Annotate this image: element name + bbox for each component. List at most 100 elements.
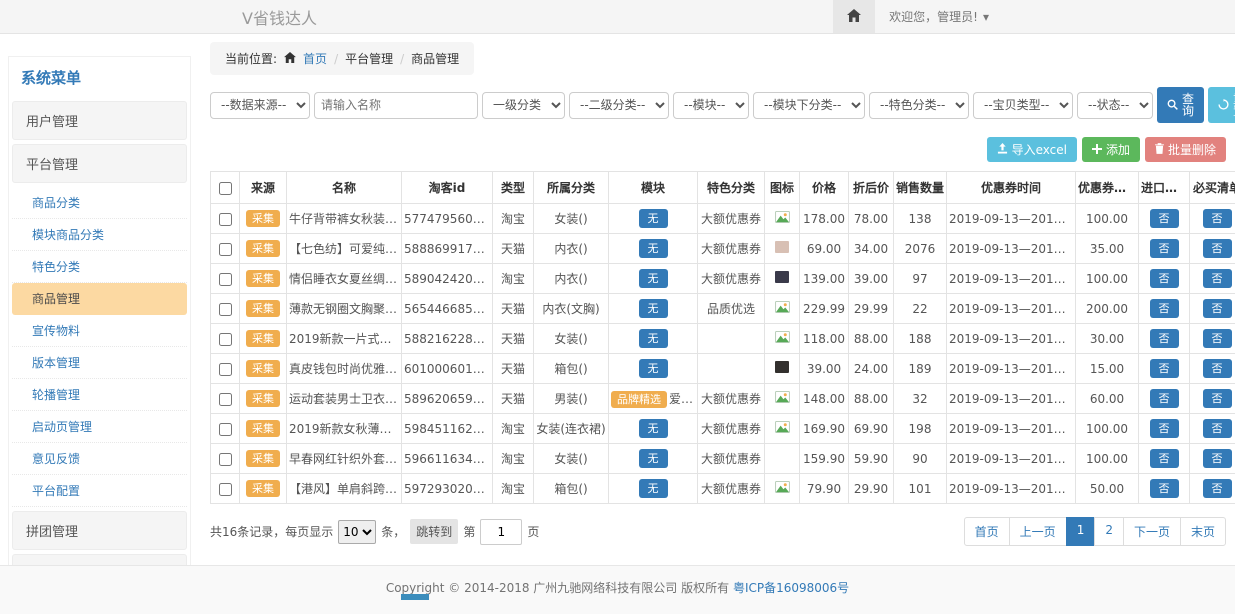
breadcrumb-item[interactable]: 商品管理 <box>411 50 459 67</box>
row-checkbox[interactable] <box>219 243 232 256</box>
module-none-badge[interactable]: 无 <box>639 359 668 378</box>
sidebar-item[interactable]: 拼团管理 <box>12 511 187 550</box>
import-select-toggle[interactable]: 否 <box>1150 269 1179 288</box>
pager-page-2[interactable]: 2 <box>1094 517 1124 546</box>
module-none-badge[interactable]: 无 <box>639 449 668 468</box>
add-button[interactable]: 添加 <box>1082 137 1140 162</box>
import-select-toggle[interactable]: 否 <box>1150 239 1179 258</box>
sidebar-item[interactable]: 启动页管理 <box>12 411 187 443</box>
row-checkbox[interactable] <box>219 363 232 376</box>
category: 女装() <box>534 444 609 474</box>
breadcrumb-home-link[interactable]: 首页 <box>303 50 327 67</box>
row-checkbox[interactable] <box>219 483 232 496</box>
row-checkbox[interactable] <box>219 423 232 436</box>
import-select-toggle[interactable]: 否 <box>1150 389 1179 408</box>
row-checkbox[interactable] <box>219 333 232 346</box>
sales-count: 32 <box>894 384 947 414</box>
icon-cell <box>765 414 800 444</box>
select-all-checkbox[interactable] <box>219 182 232 195</box>
import-excel-button[interactable]: 导入excel <box>987 137 1077 162</box>
import-select-toggle[interactable]: 否 <box>1150 479 1179 498</box>
taoke-id: 565446685867 <box>402 294 493 324</box>
module-none-badge[interactable]: 无 <box>639 209 668 228</box>
name-search-input[interactable] <box>314 92 478 119</box>
sidebar-item[interactable]: 特色分类 <box>12 251 187 283</box>
module-none-badge[interactable]: 无 <box>639 329 668 348</box>
filter-select[interactable]: --数据来源-- <box>210 92 310 119</box>
coupon-amount: 100.00 <box>1076 204 1139 234</box>
import-select-toggle[interactable]: 否 <box>1150 449 1179 468</box>
sidebar-item[interactable]: 版本管理 <box>12 347 187 379</box>
pager-first[interactable]: 首页 <box>964 517 1010 546</box>
sidebar-item[interactable]: 宣传物料 <box>12 315 187 347</box>
pager-last[interactable]: 末页 <box>1180 517 1226 546</box>
module-none-badge[interactable]: 无 <box>639 269 668 288</box>
must-buy-toggle[interactable]: 否 <box>1203 209 1232 228</box>
must-buy-toggle[interactable]: 否 <box>1203 359 1232 378</box>
sidebar-item[interactable]: 商品管理 <box>12 283 187 315</box>
must-buy-toggle[interactable]: 否 <box>1203 269 1232 288</box>
product-type: 天猫 <box>493 324 534 354</box>
user-menu[interactable]: 欢迎您，管理员! ▾ <box>889 8 989 25</box>
batch-delete-button[interactable]: 批量删除 <box>1145 137 1226 162</box>
filter-select[interactable]: --宝贝类型-- <box>973 92 1073 119</box>
discount-price: 88.00 <box>849 384 894 414</box>
query-button[interactable]: 查询 <box>1157 87 1204 123</box>
filter-select[interactable]: --二级分类-- <box>569 92 669 119</box>
page-number-input[interactable] <box>480 519 522 545</box>
product-name: 薄款无钢圈文胸聚拢性... <box>287 294 402 324</box>
module-none-badge[interactable]: 无 <box>639 419 668 438</box>
pager-prev[interactable]: 上一页 <box>1009 517 1067 546</box>
must-buy-toggle[interactable]: 否 <box>1203 449 1232 468</box>
home-button[interactable] <box>833 0 875 33</box>
import-select-toggle[interactable]: 否 <box>1150 299 1179 318</box>
sidebar-item[interactable]: 平台管理 <box>12 144 187 183</box>
per-page-select[interactable]: 10 <box>338 520 376 544</box>
footer: Copyright © 2014-2018 广州九驰网络科技有限公司 版权所有 … <box>0 565 1235 614</box>
sidebar-item[interactable]: 意见反馈 <box>12 443 187 475</box>
row-checkbox[interactable] <box>219 393 232 406</box>
coupon-time: 2019-09-13—2019-09-17 <box>947 294 1076 324</box>
sidebar-item[interactable]: 轮播管理 <box>12 379 187 411</box>
import-select-toggle[interactable]: 否 <box>1150 329 1179 348</box>
filter-select[interactable]: 一级分类 <box>482 92 565 119</box>
must-buy-toggle[interactable]: 否 <box>1203 389 1232 408</box>
must-buy-toggle[interactable]: 否 <box>1203 299 1232 318</box>
table-row: 采集牛仔背带裤女秋装减龄...577479560965淘宝女装()无大额优惠券1… <box>211 204 1235 234</box>
filter-select[interactable]: --特色分类-- <box>869 92 969 119</box>
row-checkbox[interactable] <box>219 213 232 226</box>
module-none-badge[interactable]: 无 <box>639 299 668 318</box>
must-buy-toggle[interactable]: 否 <box>1203 329 1232 348</box>
category: 男装() <box>534 384 609 414</box>
breadcrumb-item[interactable]: 平台管理 <box>345 50 393 67</box>
sidebar-item[interactable]: 模块商品分类 <box>12 219 187 251</box>
row-checkbox[interactable] <box>219 453 232 466</box>
filter-select[interactable]: --状态-- <box>1077 92 1153 119</box>
import-select-toggle[interactable]: 否 <box>1150 359 1179 378</box>
filter-select[interactable]: --模块下分类-- <box>753 92 865 119</box>
import-select-toggle[interactable]: 否 <box>1150 419 1179 438</box>
sidebar-item[interactable]: 平台配置 <box>12 475 187 507</box>
sidebar-item[interactable]: 商品分类 <box>12 187 187 219</box>
must-buy-toggle[interactable]: 否 <box>1203 239 1232 258</box>
pager-next[interactable]: 下一页 <box>1123 517 1181 546</box>
icp-link[interactable]: 粤ICP备16098006号 <box>733 581 849 595</box>
filter-select[interactable]: --模块-- <box>673 92 749 119</box>
filter-bar: --数据来源-- 一级分类--二级分类----模块----模块下分类----特色分… <box>210 87 1226 123</box>
sidebar-item[interactable]: 用户管理 <box>12 101 187 140</box>
row-checkbox[interactable] <box>219 273 232 286</box>
product-image-icon <box>775 212 790 226</box>
reset-button[interactable]: 重置 <box>1208 87 1235 123</box>
column-header: 所属分类 <box>534 172 609 204</box>
table-row: 采集运动套装男士卫衣初秋...589620659791天猫男装()品牌精选爱上运… <box>211 384 1235 414</box>
import-select-toggle[interactable]: 否 <box>1150 209 1179 228</box>
row-checkbox[interactable] <box>219 303 232 316</box>
pager-page-1[interactable]: 1 <box>1066 517 1096 546</box>
bottom-scroll-indicator <box>401 594 429 600</box>
must-buy-toggle[interactable]: 否 <box>1203 479 1232 498</box>
coupon-amount: 60.00 <box>1076 384 1139 414</box>
jump-button[interactable]: 跳转到 <box>410 519 458 544</box>
module-none-badge[interactable]: 无 <box>639 479 668 498</box>
module-none-badge[interactable]: 无 <box>639 239 668 258</box>
must-buy-toggle[interactable]: 否 <box>1203 419 1232 438</box>
